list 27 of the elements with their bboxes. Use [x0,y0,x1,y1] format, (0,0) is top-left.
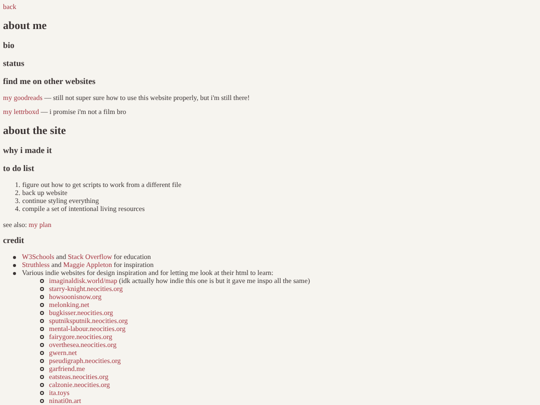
subsection-heading: find me on other websites [3,76,96,86]
subsection-heading: credit [3,235,26,245]
subsection-heading: why i made it [3,145,53,155]
bullet-icon [13,272,16,274]
bullet-icon [40,287,44,291]
bullet-icon [40,375,44,379]
bullet-icon [40,343,44,347]
bullet-icon [40,351,44,355]
subsection-heading: status [3,58,26,68]
bullet-icon [40,279,44,283]
bullet-icon [40,335,44,339]
bullet-icon [40,311,44,315]
bullet-icon [40,295,44,299]
subsection-heading: bio [3,40,16,50]
section-heading: about me [3,20,48,32]
bullet-icon [40,359,44,363]
bullet-icon [40,303,44,307]
bullet-icon [40,399,44,403]
bullet-icon [40,367,44,371]
subsection-heading: to do list [3,163,36,173]
bullet-icon [40,391,44,395]
bullet-icon [40,327,44,331]
bullet-icon [13,256,16,258]
bullet-icon [40,319,44,323]
section-heading: about the site [3,125,67,137]
bullet-icon [13,264,16,266]
bullet-icon [40,383,44,387]
